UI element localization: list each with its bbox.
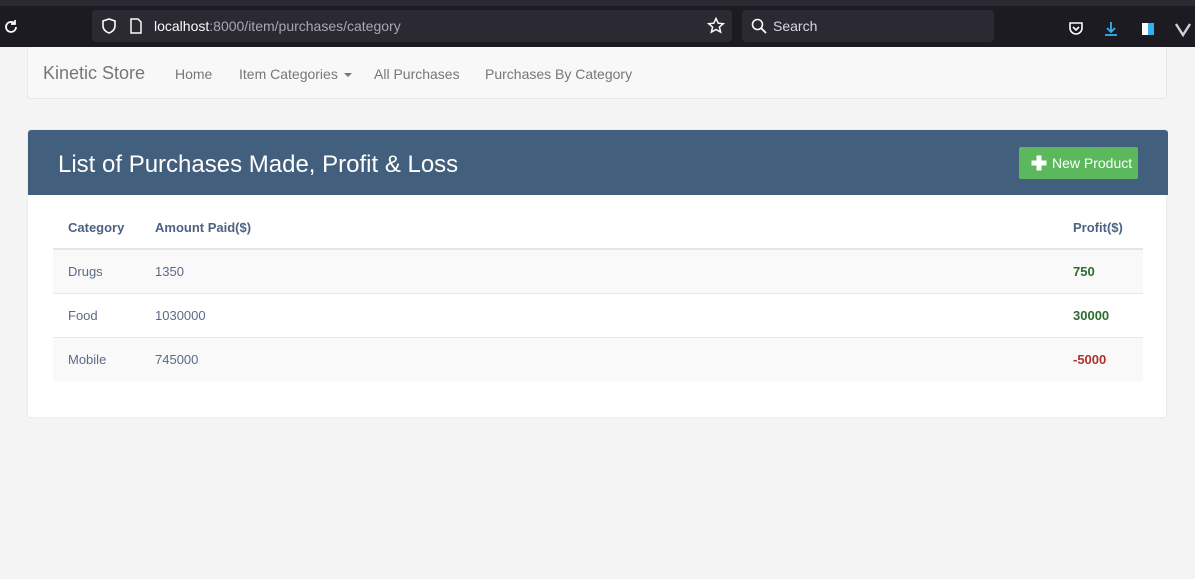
nav-item-categories-dropdown[interactable]: Item Categories	[239, 66, 352, 82]
header-category: Category	[53, 206, 140, 250]
reload-icon[interactable]	[2, 18, 20, 36]
table-header-row: Category Amount Paid($) Profit($)	[53, 206, 1143, 250]
plus-icon	[1031, 155, 1047, 171]
nav-item-categories-label: Item Categories	[239, 66, 338, 82]
caret-down-icon	[343, 73, 352, 78]
cell-category: Mobile	[53, 336, 140, 381]
page-icon	[130, 18, 142, 34]
cell-profit: -5000	[1058, 336, 1143, 381]
purchases-table: Category Amount Paid($) Profit($) Drugs …	[53, 206, 1143, 381]
new-product-button[interactable]: New Product	[1019, 147, 1138, 179]
cell-amount: 745000	[140, 336, 1058, 381]
extension-icon[interactable]	[1139, 20, 1157, 38]
browser-toolbar: localhost:8000/item/purchases/category S…	[0, 0, 1195, 47]
table-row: Mobile 745000 -5000	[53, 336, 1143, 381]
search-icon	[751, 18, 767, 34]
header-amount-paid: Amount Paid($)	[140, 206, 1058, 250]
download-icon[interactable]	[1102, 20, 1120, 38]
search-input[interactable]: Search	[773, 18, 817, 34]
url-text[interactable]: localhost:8000/item/purchases/category	[154, 18, 401, 34]
brand-logo[interactable]: Kinetic Store	[43, 63, 145, 84]
header-profit: Profit($)	[1058, 206, 1143, 250]
nav-home[interactable]: Home	[175, 66, 212, 82]
site-navbar: Kinetic Store Home Item Categories All P…	[27, 47, 1167, 99]
cell-amount: 1030000	[140, 292, 1058, 337]
url-bar[interactable]: localhost:8000/item/purchases/category	[92, 10, 732, 42]
url-host: localhost	[154, 18, 210, 34]
table-row: Food 1030000 30000	[53, 292, 1143, 337]
cell-profit: 750	[1058, 249, 1143, 293]
new-product-label: New Product	[1052, 155, 1133, 171]
nav-all-purchases[interactable]: All Purchases	[374, 66, 460, 82]
url-path: :8000/item/purchases/category	[209, 18, 401, 34]
nav-purchases-by-category[interactable]: Purchases By Category	[485, 66, 632, 82]
purchases-panel: List of Purchases Made, Profit & Loss Ne…	[27, 129, 1168, 418]
cell-category: Drugs	[53, 249, 140, 293]
pocket-icon[interactable]	[1067, 20, 1085, 38]
search-bar[interactable]: Search	[742, 10, 994, 42]
page-title: List of Purchases Made, Profit & Loss	[58, 151, 459, 178]
chevron-down-icon[interactable]	[1174, 20, 1192, 38]
shield-icon[interactable]	[100, 17, 118, 35]
bookmark-star-icon[interactable]	[706, 16, 726, 36]
cell-category: Food	[53, 292, 140, 337]
panel-header: List of Purchases Made, Profit & Loss Ne…	[28, 130, 1168, 195]
cell-profit: 30000	[1058, 292, 1143, 337]
table-row: Drugs 1350 750	[53, 249, 1143, 293]
cell-amount: 1350	[140, 249, 1058, 293]
